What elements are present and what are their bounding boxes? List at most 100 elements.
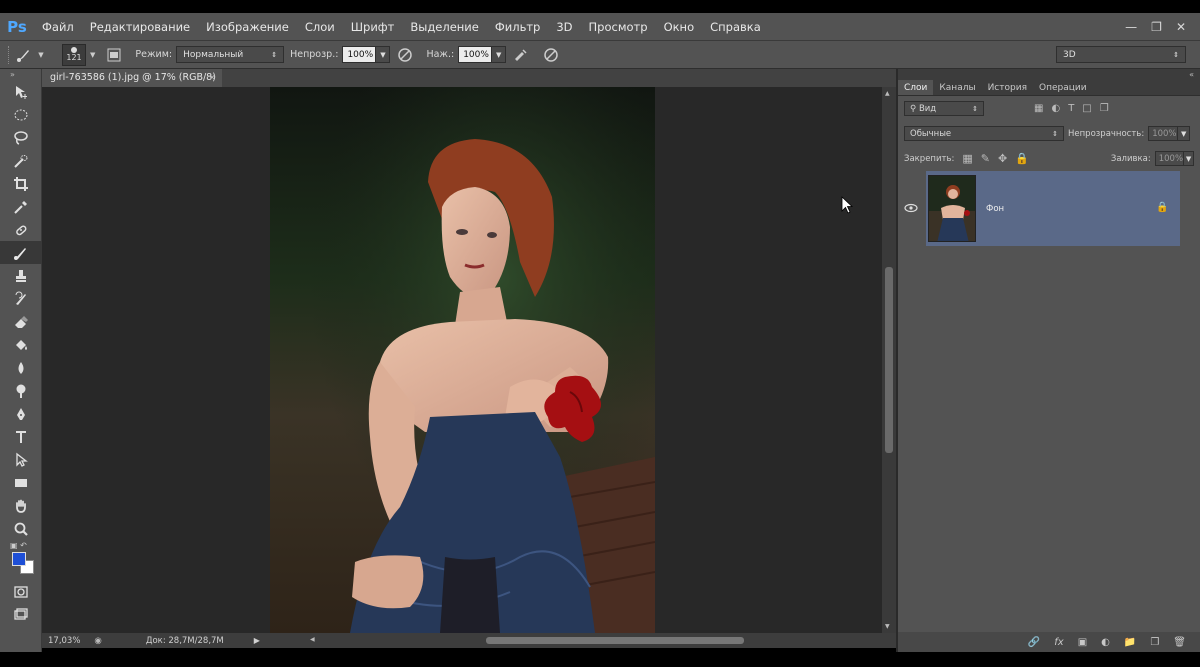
new-layer-icon[interactable]: ❐ — [1150, 637, 1159, 648]
layer-row[interactable]: Фон 🔒 — [898, 171, 1200, 246]
layer-blend-mode-select[interactable]: Обычные ⇕ — [904, 126, 1064, 141]
menu-select[interactable]: Выделение — [402, 13, 487, 41]
tab-layers[interactable]: Слои — [898, 80, 934, 95]
rectangle-tool-icon[interactable] — [0, 471, 42, 494]
fill-dropdown[interactable]: ▼ — [1184, 151, 1194, 166]
layer-thumbnail[interactable] — [928, 175, 976, 242]
eyedropper-tool-icon[interactable] — [0, 195, 42, 218]
tab-history[interactable]: История — [982, 80, 1033, 95]
zoom-tool-icon[interactable] — [0, 517, 42, 540]
layer-opacity-field[interactable]: 100% — [1148, 126, 1179, 141]
move-tool-icon[interactable] — [0, 80, 42, 103]
lock-pixels-icon[interactable]: ✎ — [981, 152, 990, 165]
flow-dropdown[interactable]: ▼ — [492, 46, 507, 63]
lasso-tool-icon[interactable] — [0, 126, 42, 149]
new-adjustment-layer-icon[interactable]: ◐ — [1101, 637, 1110, 648]
tab-actions[interactable]: Операции — [1033, 80, 1093, 95]
marquee-tool-icon[interactable] — [0, 103, 42, 126]
filter-shape-icon[interactable]: □ — [1082, 103, 1091, 114]
filter-adjustment-icon[interactable]: ◐ — [1051, 103, 1060, 114]
status-menu-arrow-icon[interactable]: ▶ — [254, 636, 260, 645]
layer-opacity-dropdown[interactable]: ▼ — [1178, 126, 1191, 141]
panel-tabs: Слои Каналы История Операции — [898, 80, 1200, 96]
scroll-up-icon[interactable]: ▲ — [885, 90, 890, 97]
new-group-icon[interactable]: 📁 — [1124, 637, 1136, 648]
scroll-left-icon[interactable]: ◀ — [310, 636, 315, 643]
hand-tool-icon[interactable] — [0, 494, 42, 517]
filter-smart-object-icon[interactable]: ❐ — [1100, 103, 1109, 114]
tool-preset-picker[interactable]: ▼ — [12, 44, 52, 66]
screen-mode-icon[interactable] — [0, 603, 42, 626]
layer-name[interactable]: Фон — [986, 204, 1004, 214]
fill-field[interactable]: 100% — [1154, 151, 1185, 166]
chevron-down-icon[interactable]: ▼ — [90, 51, 95, 59]
link-layers-icon[interactable]: 🔗 — [1028, 637, 1040, 648]
brush-tool-icon[interactable] — [0, 241, 42, 264]
canvas-vertical-scrollbar[interactable]: ▲ ▼ — [882, 87, 896, 633]
history-brush-tool-icon[interactable] — [0, 287, 42, 310]
airbrush-icon[interactable] — [512, 46, 530, 64]
filter-pixel-icon[interactable]: ▦ — [1034, 103, 1043, 114]
flow-field[interactable]: 100% — [458, 46, 493, 63]
pen-tool-icon[interactable] — [0, 402, 42, 425]
menu-image[interactable]: Изображение — [198, 13, 297, 41]
lock-all-icon[interactable]: 🔒 — [1015, 152, 1029, 165]
filter-type-icon[interactable]: T — [1068, 103, 1074, 114]
tools-collapse-icon[interactable]: » — [0, 69, 41, 80]
opacity-dropdown[interactable]: ▼ — [376, 46, 391, 63]
default-colors-icon[interactable]: ▣ ↶ — [10, 541, 27, 550]
close-icon[interactable]: ✕ — [1176, 20, 1186, 34]
status-share-icon[interactable]: ◉ — [94, 636, 101, 646]
menu-view[interactable]: Просмотр — [581, 13, 656, 41]
chevron-down-icon: ▼ — [38, 50, 44, 59]
canvas-horizontal-scrollbar[interactable]: ◀ ▶ — [310, 635, 915, 646]
add-mask-icon[interactable]: ▣ — [1078, 637, 1087, 648]
menu-3d[interactable]: 3D — [548, 13, 580, 41]
pressure-opacity-icon[interactable] — [396, 46, 414, 64]
menu-help[interactable]: Справка — [702, 13, 769, 41]
eye-icon[interactable] — [904, 203, 918, 213]
scroll-down-icon[interactable]: ▼ — [885, 623, 890, 630]
lock-transparent-icon[interactable]: ▦ — [962, 152, 972, 165]
panel-collapse-icon[interactable]: « — [898, 69, 1200, 80]
blur-tool-icon[interactable] — [0, 356, 42, 379]
opacity-field[interactable]: 100% — [342, 46, 377, 63]
layer-style-fx-icon[interactable]: fx — [1054, 637, 1063, 648]
quick-select-tool-icon[interactable] — [0, 149, 42, 172]
brush-panel-toggle-icon[interactable] — [105, 46, 123, 64]
document-photo[interactable] — [270, 87, 655, 633]
canvas-area[interactable] — [42, 87, 882, 633]
menu-edit[interactable]: Редактирование — [82, 13, 198, 41]
clone-stamp-tool-icon[interactable] — [0, 264, 42, 287]
lock-position-icon[interactable]: ✥ — [998, 152, 1007, 165]
path-selection-tool-icon[interactable] — [0, 448, 42, 471]
tab-channels[interactable]: Каналы — [933, 80, 981, 95]
healing-brush-tool-icon[interactable] — [0, 218, 42, 241]
menu-file[interactable]: Файл — [34, 13, 82, 41]
paint-bucket-tool-icon[interactable] — [0, 333, 42, 356]
menu-layer[interactable]: Слои — [297, 13, 343, 41]
menu-type[interactable]: Шрифт — [343, 13, 403, 41]
layer-filter-select[interactable]: ⚲ Вид ⇕ — [904, 101, 984, 116]
horizontal-scroll-thumb[interactable] — [486, 637, 744, 644]
crop-tool-icon[interactable] — [0, 172, 42, 195]
pressure-size-icon[interactable] — [542, 46, 560, 64]
dodge-tool-icon[interactable] — [0, 379, 42, 402]
foreground-color-swatch[interactable] — [12, 552, 26, 566]
document-size-info: Док: 28,7M/28,7M — [145, 635, 224, 646]
quick-mask-icon[interactable] — [0, 580, 42, 603]
zoom-level[interactable]: 17,03% — [48, 636, 80, 646]
workspace-select[interactable]: 3D ⇕ — [1056, 46, 1186, 63]
eraser-tool-icon[interactable] — [0, 310, 42, 333]
document-tab[interactable]: girl-763586 (1).jpg @ 17% (RGB/8) × — [42, 69, 222, 87]
delete-layer-icon[interactable]: 🗑 — [1173, 637, 1186, 648]
brush-preset-picker[interactable]: 121 — [62, 43, 86, 66]
restore-icon[interactable]: ❐ — [1151, 20, 1162, 34]
minimize-icon[interactable]: — — [1125, 20, 1137, 34]
close-tab-icon[interactable]: × — [208, 69, 216, 87]
menu-window[interactable]: Окно — [656, 13, 703, 41]
menu-filter[interactable]: Фильтр — [487, 13, 549, 41]
blend-mode-select[interactable]: Нормальный ⇕ — [176, 46, 285, 63]
vertical-scroll-thumb[interactable] — [885, 267, 893, 453]
type-tool-icon[interactable] — [0, 425, 42, 448]
